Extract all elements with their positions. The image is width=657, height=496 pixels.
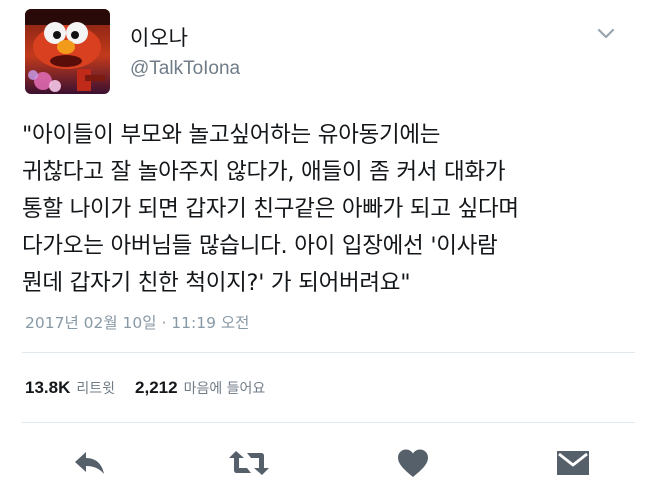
chevron-down-icon[interactable] (596, 26, 616, 40)
user-handle[interactable]: @TalkToIona (130, 58, 240, 80)
heart-icon (398, 449, 428, 477)
retweet-icon (229, 451, 269, 475)
reply-button[interactable] (70, 445, 110, 481)
retweet-button[interactable] (226, 445, 272, 481)
tweet-text-line: 다가오는 아버님들 많습니다. 아이 입장에선 '이사람 (22, 233, 498, 259)
like-label[interactable]: 마음에 들어요 (184, 378, 266, 398)
like-count[interactable]: 2,212 (135, 378, 178, 398)
like-button[interactable] (393, 445, 433, 481)
user-display-name[interactable]: 이오나 (130, 22, 188, 52)
divider (22, 352, 635, 353)
direct-message-icon (557, 451, 589, 475)
retweet-label[interactable]: 리트윗 (76, 378, 115, 398)
direct-message-button[interactable] (553, 445, 593, 481)
tweet-stats: 13.8K 리트윗 2,212 마음에 들어요 (25, 378, 265, 398)
tweet-text-line: 통할 나이가 되면 갑자기 친구같은 아빠가 되고 싶다며 (22, 196, 519, 222)
avatar-image (25, 9, 110, 94)
tweet-text-line: "아이들이 부모와 놀고싶어하는 유아동기에는 (22, 122, 441, 148)
avatar[interactable] (25, 9, 110, 94)
divider (22, 422, 635, 423)
reply-icon (75, 452, 104, 474)
tweet-text-line: 귀찮다고 잘 놀아주지 않다가, 애들이 좀 커서 대화가 (22, 159, 506, 185)
tweet-timestamp[interactable]: 2017년 02월 10일 · 11:19 오전 (25, 311, 249, 333)
tweet-text-line: 뭔데 갑자기 친한 척이지?' 가 되어버려요" (22, 270, 411, 296)
retweet-count[interactable]: 13.8K (25, 378, 70, 398)
tweet-text: "아이들이 부모와 놀고싶어하는 유아동기에는 귀찮다고 잘 놀아주지 않다가,… (22, 117, 642, 302)
